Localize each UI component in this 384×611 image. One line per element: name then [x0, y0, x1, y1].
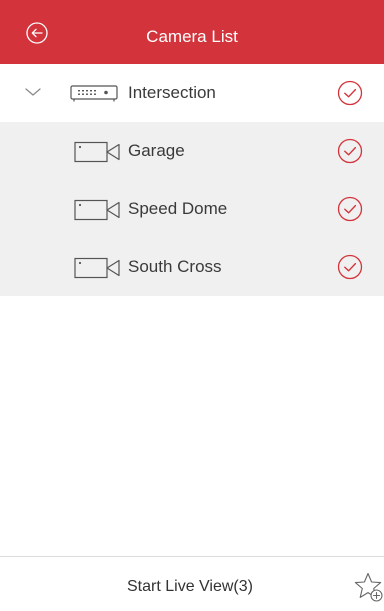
footer-bar: Start Live View(3) — [0, 556, 384, 611]
check-circle-icon[interactable] — [337, 196, 363, 222]
camera-row-garage[interactable]: Garage — [0, 122, 384, 180]
check-circle-icon[interactable] — [337, 138, 363, 164]
star-add-icon[interactable] — [352, 571, 384, 603]
nvr-device-icon — [70, 85, 118, 102]
page-title: Camera List — [146, 27, 238, 46]
device-label: Intersection — [128, 83, 216, 102]
camera-label: South Cross — [128, 257, 222, 276]
check-circle-icon[interactable] — [337, 254, 363, 280]
header-bar: Camera List — [0, 0, 384, 64]
camera-icon — [74, 257, 120, 279]
device-row-intersection[interactable]: Intersection — [0, 64, 384, 122]
camera-icon — [74, 141, 120, 163]
camera-label: Speed Dome — [128, 199, 228, 218]
chevron-down-icon[interactable] — [24, 86, 42, 98]
check-circle-icon[interactable] — [337, 80, 363, 106]
camera-row-speed-dome[interactable]: Speed Dome — [0, 180, 384, 238]
start-live-view-button[interactable]: Start Live View(3) — [100, 577, 280, 597]
camera-row-south-cross[interactable]: South Cross — [0, 238, 384, 296]
camera-label: Garage — [128, 141, 185, 160]
camera-icon — [74, 199, 120, 221]
